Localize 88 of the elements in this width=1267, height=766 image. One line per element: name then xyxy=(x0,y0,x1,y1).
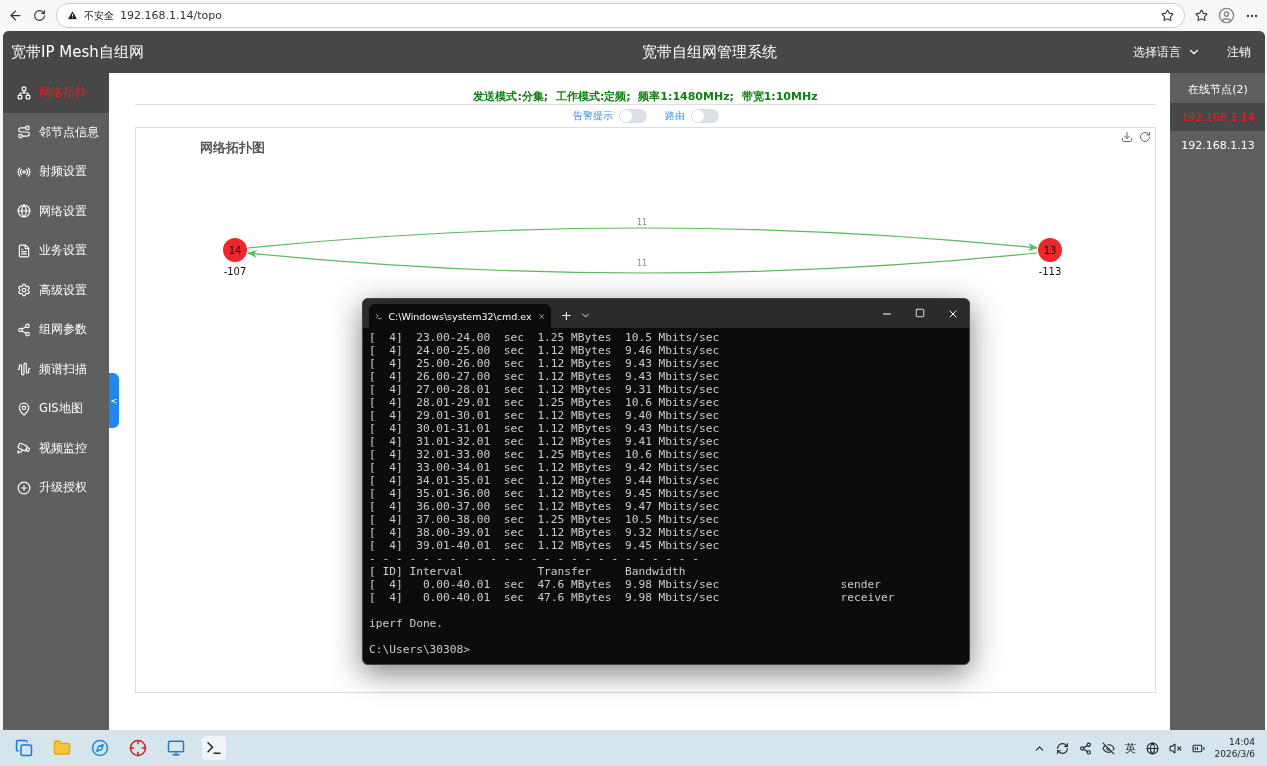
terminal-line: - - - - - - - - - - - - - - - - - - - - - - - - - xyxy=(369,552,701,565)
brand-title: 宽带IP Mesh自组网 xyxy=(11,42,145,62)
collapse-tab[interactable]: < xyxy=(109,373,119,428)
toggle-switch[interactable] xyxy=(690,109,719,123)
language-select[interactable]: 选择语言 xyxy=(1133,43,1201,61)
terminal-line: [ 4] 25.00-26.00 sec 1.12 MBytes 9.43 Mbits/sec xyxy=(369,357,721,370)
sidebar-item[interactable]: 升级授权 xyxy=(3,468,109,508)
address-bar[interactable]: 不安全 192.168.1.14/topo xyxy=(56,3,1185,28)
toggle-label: 路由 xyxy=(664,109,685,123)
terminal-line: [ 4] 26.00-27.00 sec 1.12 MBytes 9.43 Mbits/sec xyxy=(369,370,721,383)
terminal-line: [ 4] 35.01-36.00 sec 1.12 MBytes 9.45 Mbits/sec xyxy=(369,487,721,500)
node-label: 13 xyxy=(1043,245,1057,256)
url-text: 192.168.1.14/topo xyxy=(120,9,222,22)
antenna-icon xyxy=(17,164,31,179)
mute-icon[interactable] xyxy=(1168,741,1182,755)
link-label: 11 xyxy=(636,218,648,227)
toggle-switch[interactable] xyxy=(618,109,647,123)
terminal-line: [ 4] 32.01-33.00 sec 1.25 MBytes 10.6 Mbits/sec xyxy=(369,448,721,461)
toggle-label: 告警提示 xyxy=(572,109,613,123)
nodes-icon xyxy=(17,322,31,337)
sidebar-item[interactable]: 业务设置 xyxy=(3,231,109,271)
sidebar-item[interactable]: 频谱扫描 xyxy=(3,349,109,389)
sidebar-item[interactable]: 网络设置 xyxy=(3,191,109,231)
sidebar-item[interactable]: 高级设置 xyxy=(3,270,109,310)
status-line: 发送模式:分集; 工作模式:定频; 频率1:1480MHz; 带宽1:10MHz xyxy=(135,73,1156,105)
terminal-line: [ 4] 34.01-35.01 sec 1.12 MBytes 9.44 Mbits/sec xyxy=(369,474,721,487)
favorite-star-icon[interactable] xyxy=(1161,9,1174,22)
eye-off-icon[interactable] xyxy=(1101,741,1115,755)
camera-icon xyxy=(17,441,31,456)
logout-link[interactable]: 注销 xyxy=(1227,43,1251,61)
terminal-line: [ 4] 31.01-32.01 sec 1.12 MBytes 9.41 Mbits/sec xyxy=(369,435,721,448)
terminal-line: [ 4] 30.01-31.01 sec 1.12 MBytes 9.43 Mbits/sec xyxy=(369,422,721,435)
online-nodes-title: 在线节点(2) xyxy=(1187,82,1249,97)
system-title: 宽带自组网管理系统 xyxy=(640,42,778,62)
terminal-line: [ 4] 27.00-28.01 sec 1.12 MBytes 9.31 Mbits/sec xyxy=(369,383,721,396)
terminal-prompt: C:\Users\30308> xyxy=(369,643,472,656)
terminal-line: [ 4] 28.01-29.01 sec 1.25 MBytes 10.6 Mbits/sec xyxy=(369,396,721,409)
clock-time[interactable]: 14:04 xyxy=(1229,736,1255,748)
download-icon[interactable] xyxy=(1121,131,1133,143)
refresh-icon[interactable] xyxy=(1139,131,1151,143)
terminal-line: [ 4] 23.00-24.00 sec 1.25 MBytes 10.5 Mbits/sec xyxy=(369,331,721,344)
terminal-line: [ 4] 38.00-39.01 sec 1.12 MBytes 9.32 Mbits/sec xyxy=(369,526,721,539)
terminal-line: [ 4] 29.01-30.01 sec 1.12 MBytes 9.40 Mbits/sec xyxy=(369,409,721,422)
terminal-line: iperf Done. xyxy=(369,617,445,630)
link-label: 11 xyxy=(636,259,648,268)
node-circle[interactable] xyxy=(223,238,247,262)
node-label: 14 xyxy=(228,245,242,256)
terminal-line: [ 4] 0.00-40.01 sec 47.6 MBytes 9.98 Mbits/sec sender xyxy=(369,578,882,591)
terminal-line: [ ID] Interval Transfer Bandwidth xyxy=(369,565,687,578)
warning-icon xyxy=(67,10,78,21)
terminal-line: [ 4] 36.00-37.00 sec 1.12 MBytes 9.47 Mbits/sec xyxy=(369,500,721,513)
node-list-item[interactable]: 192.168.1.13 xyxy=(1170,131,1265,159)
new-tab-button[interactable]: + xyxy=(561,308,572,323)
settings-icon xyxy=(17,283,31,298)
globe-icon xyxy=(17,204,31,219)
terminal-line: [ 4] 0.00-40.01 sec 47.6 MBytes 9.98 Mbits/sec receiver xyxy=(369,591,896,604)
sidebar-item[interactable]: GIS地图 xyxy=(3,389,109,429)
profile-icon[interactable] xyxy=(1218,7,1235,24)
terminal-line: [ 4] 39.01-40.01 sec 1.12 MBytes 9.45 Mbits/sec xyxy=(369,539,721,552)
panel-title: 网络拓扑图 xyxy=(200,140,265,157)
sidebar-item[interactable]: 组网参数 xyxy=(3,310,109,350)
back-icon[interactable] xyxy=(8,8,23,23)
plus-circle-icon xyxy=(17,480,31,495)
node-signal: -113 xyxy=(1038,266,1062,277)
sidebar-item[interactable]: 射频设置 xyxy=(3,152,109,192)
sidebar-item[interactable]: 视频监控 xyxy=(3,428,109,468)
terminal-line: [ 4] 37.00-38.00 sec 1.25 MBytes 10.5 Mbits/sec xyxy=(369,513,721,526)
network-icon[interactable] xyxy=(1078,741,1092,755)
node-circle[interactable] xyxy=(1038,238,1062,262)
ime-indicator[interactable]: 英 xyxy=(1124,740,1136,756)
route-icon xyxy=(17,125,31,140)
terminal-line: [ 4] 24.00-25.00 sec 1.12 MBytes 9.46 Mbits/sec xyxy=(369,344,721,357)
waveform-icon xyxy=(17,362,31,377)
map-pin-icon xyxy=(17,401,31,416)
document-icon xyxy=(17,243,31,258)
maximize-icon[interactable] xyxy=(915,307,925,318)
terminal-line: [ 4] 33.00-34.01 sec 1.12 MBytes 9.42 Mbits/sec xyxy=(369,461,721,474)
sync-icon[interactable] xyxy=(1055,741,1069,755)
node-signal: -107 xyxy=(223,266,247,277)
terminal-icon[interactable] xyxy=(202,736,226,760)
security-label: 不安全 xyxy=(84,8,114,23)
globe-icon[interactable] xyxy=(1145,741,1159,755)
network-icon xyxy=(17,85,31,100)
clock-date[interactable]: 2026/3/6 xyxy=(1214,748,1255,760)
favorites-icon[interactable] xyxy=(1195,9,1208,22)
terminal-tab[interactable]: C:\Windows\system32\cmd.ex xyxy=(369,304,551,328)
sidebar-item[interactable]: 邻节点信息 xyxy=(3,112,109,152)
reload-icon[interactable] xyxy=(33,9,46,22)
